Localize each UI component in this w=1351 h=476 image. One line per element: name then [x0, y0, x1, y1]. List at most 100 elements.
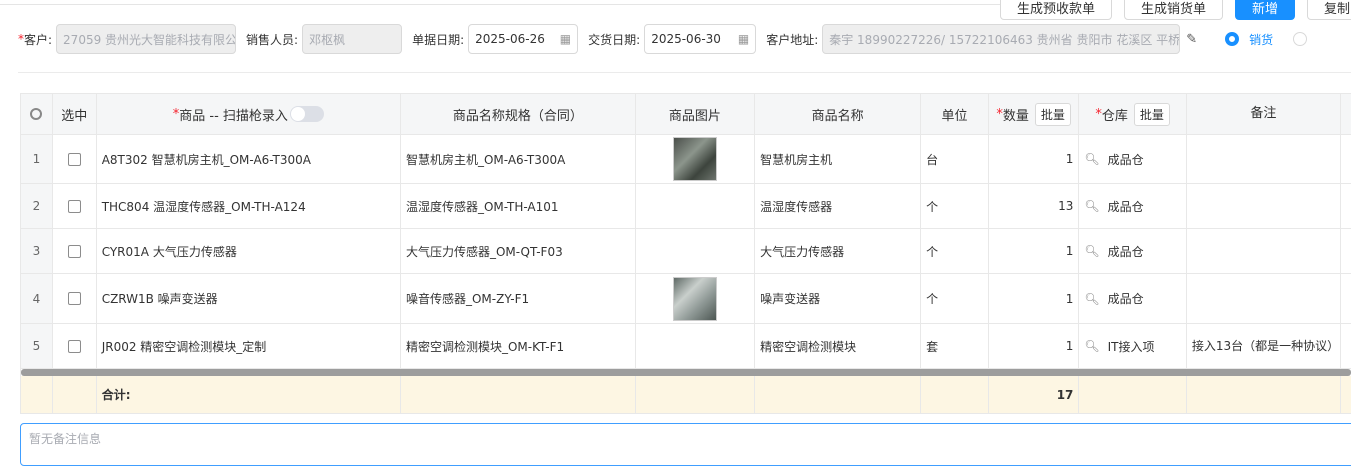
row-checkbox-cell	[53, 184, 97, 228]
search-icon[interactable]: 🔍︎	[1084, 199, 1099, 213]
column-settings[interactable]	[21, 94, 53, 134]
header-note: 备注	[1187, 94, 1341, 134]
warehouse-cell[interactable]: 🔍︎ 成品仓	[1079, 135, 1187, 183]
remark-placeholder: 暂无备注信息	[29, 432, 102, 446]
note-cell[interactable]	[1187, 135, 1341, 183]
table-row[interactable]: 2 THC804 温湿度传感器_OM-TH-A124 温湿度传感器_OM-TH-…	[21, 184, 1351, 229]
qty-cell[interactable]: 13	[989, 184, 1080, 228]
header-qty-label: 数量	[1002, 108, 1029, 124]
table-row[interactable]: 3 CYR01A 大气压力传感器 大气压力传感器_OM-QT-F03 大气压力传…	[21, 229, 1351, 274]
top-divider	[0, 4, 1000, 5]
document-date-value: 2025-06-26	[475, 32, 545, 46]
product-cell[interactable]: JR002 精密空调检测模块_定制	[97, 324, 401, 368]
header-spec: 商品名称规格（合同）	[401, 94, 636, 134]
summary-label: 合计:	[97, 376, 401, 413]
note-cell[interactable]	[1187, 274, 1341, 323]
warehouse-value: 成品仓	[1107, 292, 1144, 306]
customer-address-field[interactable]: 秦宇 18990227226/ 15722106463 贵州省 贵阳市 花溪区 …	[822, 24, 1181, 54]
qty-cell[interactable]: 1	[989, 135, 1080, 183]
add-new-button[interactable]: 新增	[1235, 0, 1296, 20]
sale-radio-label: 销货	[1249, 32, 1274, 47]
qty-cell[interactable]: 1	[989, 274, 1080, 323]
name-cell: 智慧机房主机	[755, 135, 922, 183]
unit-cell: 个	[921, 229, 989, 273]
qty-cell[interactable]: 1	[989, 229, 1080, 273]
remark-textarea[interactable]: 暂无备注信息	[20, 423, 1351, 466]
gear-icon	[30, 108, 43, 120]
name-cell: 精密空调检测模块	[755, 324, 922, 368]
calendar-icon: ▦	[559, 32, 572, 46]
product-cell[interactable]: A8T302 智慧机房主机_OM-A6-T300A	[97, 135, 401, 183]
product-cell[interactable]: CYR01A 大气压力传感器	[97, 229, 401, 273]
warehouse-cell[interactable]: 🔍︎ 成品仓	[1079, 274, 1187, 323]
header-warehouse-label: 仓库	[1101, 108, 1128, 124]
row-checkbox-cell	[53, 135, 97, 183]
row-index: 4	[21, 274, 53, 323]
row-checkbox[interactable]	[67, 244, 81, 258]
header-product-label: 商品 -- 扫描枪录入	[179, 108, 288, 124]
sale-radio[interactable]	[1225, 32, 1240, 46]
warehouse-value: 成品仓	[1107, 199, 1144, 214]
spec-cell: 温湿度传感器_OM-TH-A101	[401, 184, 636, 228]
table-row[interactable]: 4 CZRW1B 噪声变送器 噪音传感器_OM-ZY-F1 噪声变送器 个 1 …	[21, 274, 1351, 324]
table-row[interactable]: 1 A8T302 智慧机房主机_OM-A6-T300A 智慧机房主机_OM-A6…	[21, 135, 1351, 184]
return-radio[interactable]	[1293, 32, 1308, 46]
name-cell: 噪声变送器	[755, 274, 922, 323]
table-header: 选中 * 商品 -- 扫描枪录入 商品名称规格（合同） 商品图片 商品名称 单位 …	[21, 94, 1351, 135]
form-divider	[18, 72, 1351, 73]
search-icon[interactable]: 🔍︎	[1084, 244, 1099, 258]
spec-cell: 大气压力传感器_OM-QT-F03	[401, 229, 636, 273]
row-checkbox[interactable]	[67, 339, 81, 353]
generate-delivery-button[interactable]: 生成销货单	[1124, 0, 1224, 20]
document-date-label: 单据日期:	[412, 32, 465, 47]
warehouse-batch-button[interactable]: 批量	[1133, 102, 1170, 126]
search-icon[interactable]: 🔍︎	[1084, 339, 1099, 353]
address-label: 客户地址:	[766, 32, 819, 47]
product-image[interactable]	[672, 276, 717, 321]
product-cell[interactable]: CZRW1B 噪声变送器	[97, 274, 401, 323]
product-image[interactable]	[672, 137, 717, 181]
warehouse-cell[interactable]: 🔍︎ 成品仓	[1079, 184, 1187, 228]
spec-cell: 智慧机房主机_OM-A6-T300A	[401, 135, 636, 183]
image-cell	[636, 324, 756, 368]
warehouse-value: IT接入项	[1107, 339, 1155, 354]
row-checkbox-cell	[53, 274, 97, 323]
spec-cell: 噪音传感器_OM-ZY-F1	[401, 274, 636, 323]
scanner-toggle[interactable]	[289, 106, 324, 122]
header-warehouse: * 仓库 批量	[1079, 94, 1187, 134]
warehouse-value: 成品仓	[1107, 244, 1144, 259]
row-checkbox[interactable]	[67, 292, 81, 305]
delivery-date-field[interactable]: 2025-06-30 ▦	[644, 24, 757, 54]
row-index: 1	[21, 135, 53, 183]
header-qty: * 数量 批量	[989, 94, 1080, 134]
search-icon[interactable]: 🔍︎	[1084, 152, 1099, 166]
qty-cell[interactable]: 1	[989, 324, 1080, 368]
table-row[interactable]: 5 JR002 精密空调检测模块_定制 精密空调检测模块_OM-KT-F1 精密…	[21, 324, 1351, 369]
customer-field[interactable]: 27059 贵州光大智能科技有限公司	[56, 24, 237, 54]
product-cell[interactable]: THC804 温湿度传感器_OM-TH-A124	[97, 184, 401, 228]
name-cell: 温湿度传感器	[755, 184, 922, 228]
row-index: 2	[21, 184, 53, 228]
generate-receipt-button[interactable]: 生成预收款单	[1000, 0, 1113, 20]
row-index: 5	[21, 324, 53, 368]
horizontal-scrollbar[interactable]	[21, 369, 1351, 376]
edit-icon[interactable]: ✎	[1186, 32, 1197, 47]
image-cell	[636, 184, 756, 228]
warehouse-cell[interactable]: 🔍︎ 成品仓	[1079, 229, 1187, 273]
note-cell[interactable]	[1187, 184, 1341, 228]
document-date-field[interactable]: 2025-06-26 ▦	[468, 24, 579, 54]
row-checkbox[interactable]	[67, 152, 81, 166]
row-checkbox-cell	[53, 324, 97, 368]
row-checkbox[interactable]	[67, 199, 81, 213]
qty-batch-button[interactable]: 批量	[1034, 102, 1071, 126]
note-cell[interactable]: 接入13台（都是一种协议）	[1187, 324, 1341, 368]
image-cell	[636, 135, 756, 183]
note-cell[interactable]	[1187, 229, 1341, 273]
sales-person-field[interactable]: 邓枢枫	[302, 24, 403, 54]
row-index: 3	[21, 229, 53, 273]
delivery-date-label: 交货日期:	[588, 32, 641, 47]
warehouse-cell[interactable]: 🔍︎ IT接入项	[1079, 324, 1187, 368]
search-icon[interactable]: 🔍︎	[1084, 292, 1099, 306]
copy-button[interactable]: 复制	[1307, 0, 1351, 20]
summary-qty: 17	[989, 376, 1080, 413]
